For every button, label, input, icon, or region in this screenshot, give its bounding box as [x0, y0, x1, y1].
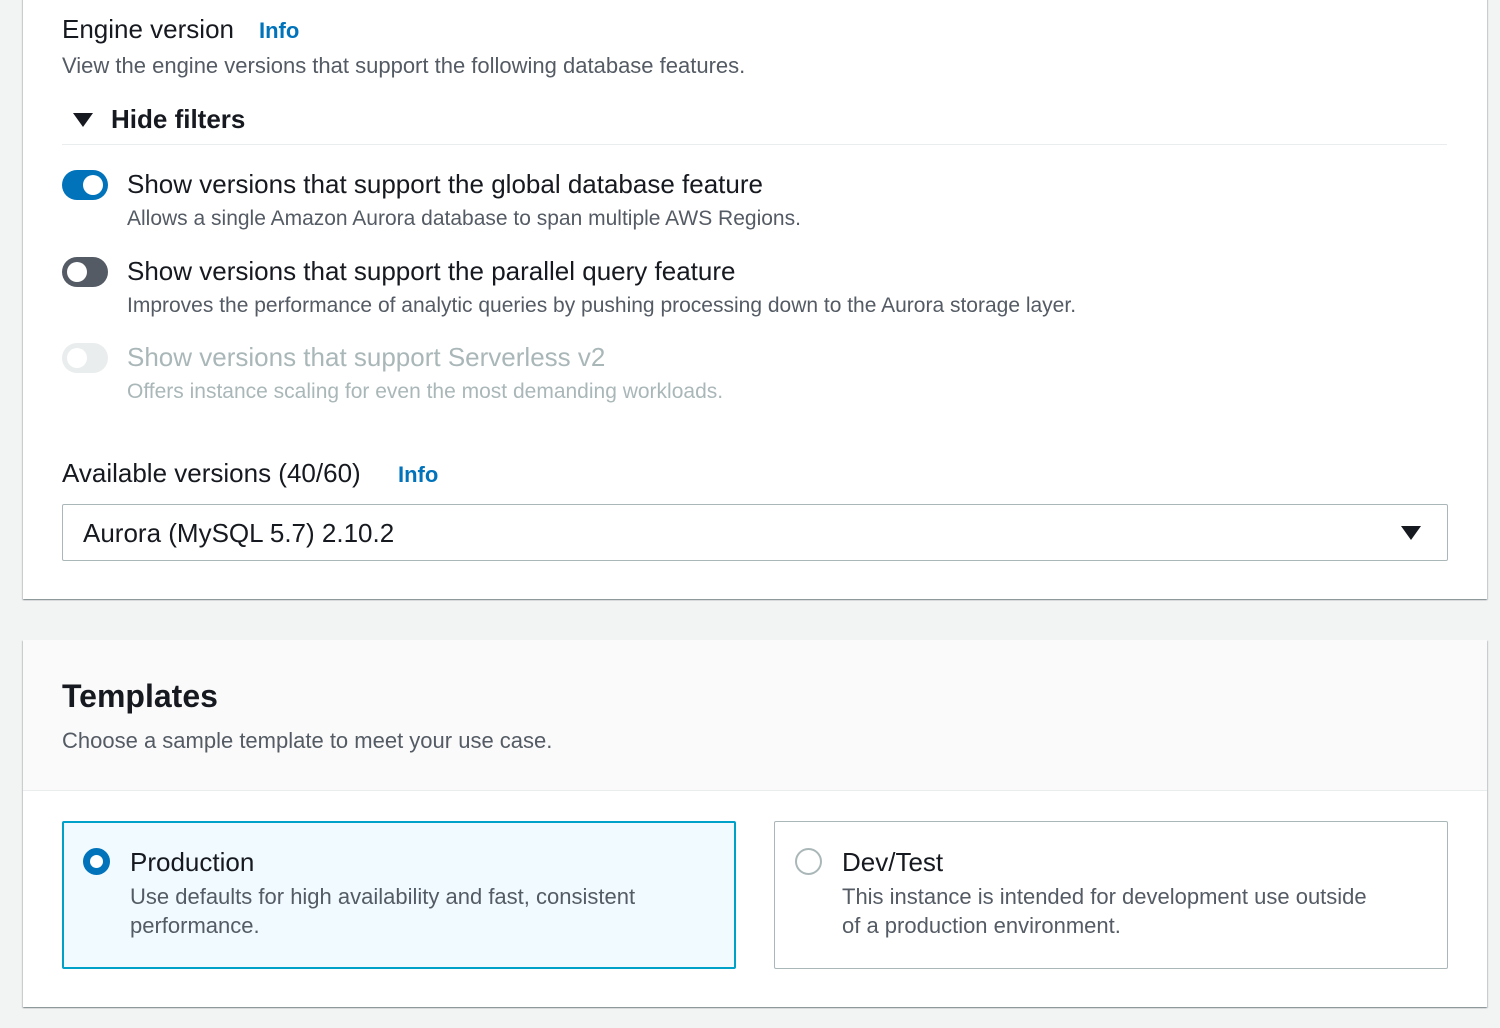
engine-version-card: Engine version Info View the engine vers… — [23, 0, 1487, 599]
dev-test-description: This instance is intended for developmen… — [842, 882, 1432, 940]
global-database-toggle[interactable] — [62, 170, 108, 200]
toggle-knob — [67, 348, 87, 368]
parallel-query-toggle[interactable] — [62, 257, 108, 287]
hide-filters-toggle[interactable]: Hide filters — [73, 104, 245, 135]
filters-divider — [62, 144, 1447, 145]
production-description-line1: Use defaults for high availability and f… — [130, 884, 636, 909]
template-option-dev-test[interactable]: Dev/Test This instance is intended for d… — [774, 821, 1448, 969]
dev-test-title: Dev/Test — [842, 847, 944, 877]
dev-test-radio[interactable] — [795, 848, 822, 875]
engine-version-select-value: Aurora (MySQL 5.7) 2.10.2 — [83, 518, 395, 548]
global-database-toggle-description: Allows a single Amazon Aurora database t… — [127, 207, 801, 230]
parallel-query-toggle-description: Improves the performance of analytic que… — [127, 294, 1077, 317]
templates-card: Templates Choose a sample template to me… — [23, 640, 1487, 1007]
dev-test-description-line2: of a production environment. — [842, 913, 1121, 938]
engine-version-info-link[interactable]: Info — [259, 18, 299, 44]
production-radio[interactable] — [83, 848, 110, 875]
caret-down-icon — [1401, 526, 1421, 540]
caret-down-icon — [73, 112, 93, 127]
templates-description: Choose a sample template to meet your us… — [62, 728, 553, 753]
engine-version-label: Engine version — [62, 14, 234, 44]
serverless-v2-toggle — [62, 343, 108, 373]
hide-filters-label: Hide filters — [111, 104, 246, 134]
production-description-line2: performance. — [130, 913, 260, 938]
available-versions-label: Available versions (40/60) — [62, 458, 361, 488]
toggle-knob — [67, 262, 87, 282]
available-versions-info-link[interactable]: Info — [398, 462, 438, 488]
templates-title: Templates — [62, 678, 218, 714]
template-option-production[interactable]: Production Use defaults for high availab… — [62, 821, 736, 969]
engine-version-select[interactable]: Aurora (MySQL 5.7) 2.10.2 — [62, 504, 1448, 561]
serverless-v2-toggle-title: Show versions that support Serverless v2 — [127, 342, 606, 372]
serverless-v2-toggle-description: Offers instance scaling for even the mos… — [127, 380, 724, 403]
engine-version-description: View the engine versions that support th… — [62, 53, 746, 78]
production-description: Use defaults for high availability and f… — [130, 882, 720, 940]
parallel-query-toggle-title: Show versions that support the parallel … — [127, 256, 736, 286]
dev-test-description-line1: This instance is intended for developmen… — [842, 884, 1367, 909]
global-database-toggle-title: Show versions that support the global da… — [127, 169, 763, 199]
templates-header — [23, 640, 1487, 791]
toggle-knob — [83, 175, 103, 195]
production-title: Production — [130, 847, 255, 877]
